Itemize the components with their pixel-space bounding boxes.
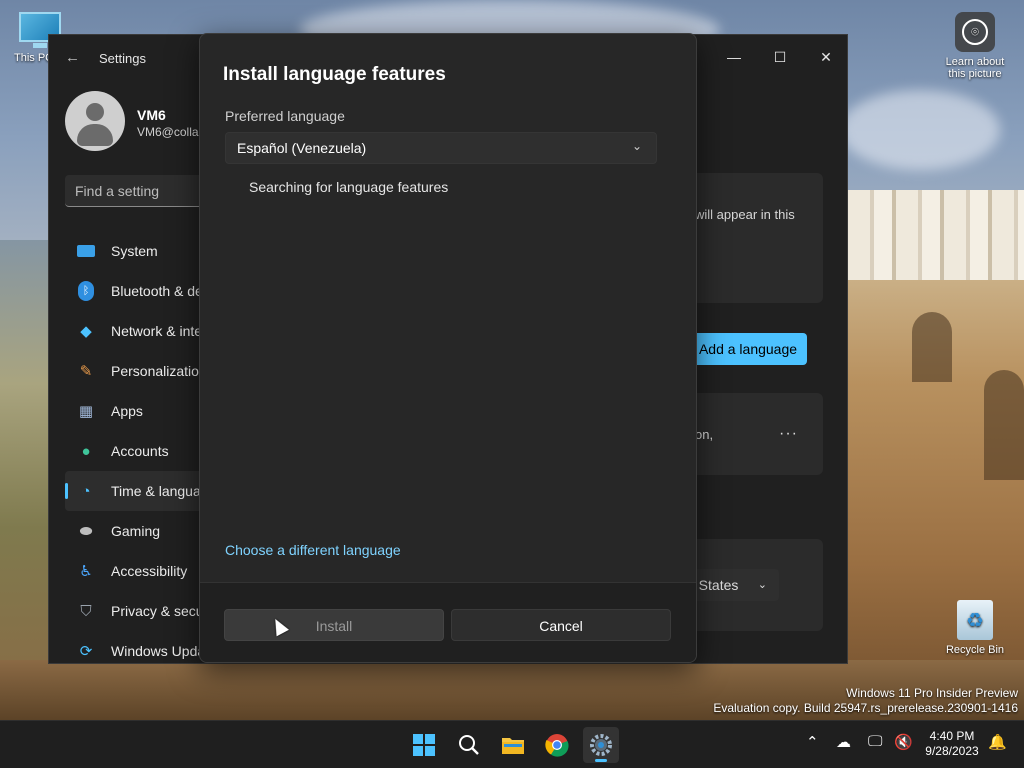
time-language-icon: ◔ [81,482,91,500]
search-input[interactable]: Find a setting [65,175,215,207]
close-icon[interactable]: ✕ [809,43,843,71]
sidebar-item-personalization[interactable]: ✎ Personalization [65,351,205,391]
sidebar-item-time-language[interactable]: ◔ Time & language [65,471,205,511]
start-button[interactable] [406,727,442,763]
chevron-up-icon[interactable]: ⌃ [806,733,819,751]
bluetooth-icon: ᛒ [75,280,97,302]
brush-icon: ✎ [79,363,93,380]
taskbar-chrome[interactable] [539,727,575,763]
avatar[interactable] [65,91,125,151]
landscape-houses [848,190,1024,280]
sidebar-item-windows-update[interactable]: ⟳ Windows Update [65,631,205,671]
sidebar-item-apps[interactable]: ▦ Apps [65,391,205,431]
file-explorer-icon [502,738,524,754]
clock[interactable]: 4:40 PM 9/28/2023 [918,729,986,759]
install-language-features-dialog: Install language features Preferred lang… [199,33,697,663]
more-options-icon[interactable]: ··· [779,425,798,443]
apps-icon: ▦ [78,403,94,420]
taskbar: ⌃ ☁ 🖵 🔇 4:40 PM 9/28/2023 🔔 [0,720,1024,768]
search-icon [459,735,479,755]
taskbar-settings[interactable] [583,727,619,763]
watermark-line-2: Evaluation copy. Build 25947.rs_prerelea… [713,701,1018,715]
taskbar-search-button[interactable] [451,727,487,763]
dialog-title: Install language features [223,64,446,85]
sidebar-item-label: Privacy & security [111,603,205,619]
accessibility-icon: ♿ [79,563,93,580]
network-icon[interactable]: 🖵 [868,733,882,750]
gaming-icon: ⬬ [79,522,93,540]
chevron-down-icon: ⌄ [757,579,767,591]
clock-time: 4:40 PM [929,729,975,743]
chrome-icon [545,734,569,757]
sidebar-item-system[interactable]: System [65,231,205,271]
user-email: VM6@collab [137,125,201,139]
choose-different-language-link[interactable]: Choose a different language [225,542,401,558]
sidebar-item-label: Gaming [111,523,161,539]
minimize-icon[interactable]: — [717,43,751,71]
preferred-language-label: Preferred language [225,108,345,124]
sidebar-item-label: Apps [111,403,143,419]
network-icon: ◆ [80,323,92,340]
notification-bell-icon[interactable]: 🔔 [988,733,1007,751]
camera-icon: ⌾ [955,12,995,52]
desktop-icon-label: This PC [14,52,50,64]
cloud [840,90,1000,170]
add-language-button[interactable]: Add a language [689,333,807,365]
sidebar-item-label: Time & language [111,483,205,499]
sidebar-item-label: Windows Update [111,643,205,659]
sidebar-item-label: Accessibility [111,563,188,579]
user-name: VM6 [137,107,166,123]
bridge-arch [912,312,952,382]
volume-muted-icon[interactable]: 🔇 [894,733,913,751]
cloud-icon[interactable]: ☁ [836,733,851,751]
language-card-text: on, [695,427,714,442]
bridge-arch [984,370,1024,480]
sidebar-item-label: Bluetooth & devices [111,283,205,299]
taskbar-file-explorer[interactable] [495,727,531,763]
install-button[interactable]: Install [224,609,444,641]
selected-language: Español (Venezuela) [237,140,367,156]
sidebar-item-network[interactable]: ◆ Network & internet [65,311,205,351]
shield-icon: ⛉ [80,602,92,620]
desktop-icon-recycle-bin[interactable]: ♻ Recycle Bin [940,600,1010,656]
watermark-line-1: Windows 11 Pro Insider Preview [846,686,1018,700]
desktop-icon-learn-about-picture[interactable]: ⌾ Learn about this picture [938,12,1012,80]
sidebar-item-label: Network & internet [111,323,205,339]
app-title: Settings [99,51,146,66]
desktop-icon-label: Learn about this picture [945,56,1005,80]
sidebar-item-accessibility[interactable]: ♿ Accessibility [65,551,205,591]
maximize-icon[interactable]: ☐ [763,43,797,71]
sidebar-item-label: Personalization [111,363,205,379]
preferred-language-select[interactable]: Español (Venezuela) ⌄ [225,132,657,164]
settings-icon [590,734,612,756]
sidebar-item-gaming[interactable]: ⬬ Gaming [65,511,205,551]
sidebar-item-accounts[interactable]: ● Accounts [65,431,205,471]
start-icon [413,734,435,756]
sidebar-item-bluetooth[interactable]: ᛒ Bluetooth & devices [65,271,205,311]
recycle-bin-icon: ♻ [957,600,993,640]
system-icon [75,240,97,262]
sidebar-item-privacy[interactable]: ⛉ Privacy & security [65,591,205,631]
evaluation-watermark: Windows 11 Pro Insider Preview Evaluatio… [713,686,1018,716]
back-arrow-icon[interactable]: ← [65,49,80,66]
clock-date: 9/28/2023 [925,744,979,758]
cancel-button[interactable]: Cancel [451,609,671,641]
search-status-text: Searching for language features [249,179,449,195]
accounts-icon: ● [81,442,91,460]
info-text: will appear in this [695,207,795,222]
sidebar-nav: System ᛒ Bluetooth & devices ◆ Network &… [65,231,205,671]
sidebar-item-label: System [111,243,158,259]
chevron-down-icon: ⌄ [631,139,642,153]
update-icon: ⟳ [79,643,93,660]
sidebar-item-label: Accounts [111,443,169,459]
desktop-icon-label: Recycle Bin [945,644,1005,656]
